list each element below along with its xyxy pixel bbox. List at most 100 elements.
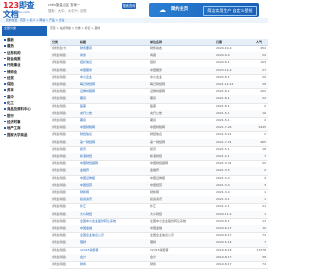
row-title-link[interactable]: 中国财经报网 [80,160,146,167]
row-date: 2020-11-4 [216,211,232,216]
row-title-link[interactable]: 会计 [80,254,146,261]
row-title-link[interactable]: 央行公告 [80,110,146,117]
row-company: 财商 [150,262,157,266]
row-title-link[interactable]: 外汇 [80,203,146,210]
row-hits: 17278 [256,247,266,252]
sidebar-item[interactable]: 最新 [2,37,47,43]
row-hits: 10 [262,226,266,230]
row-category: [财务会计] [52,46,67,50]
row-hits: 25 [262,161,266,166]
row-title-link[interactable]: 期货 [80,95,146,102]
sidebar-item[interactable]: 化工 [2,100,47,106]
row-category: [财会商报] [52,118,67,122]
row-company: 12315消费者 [150,247,169,252]
row-title-link[interactable]: 证券时报网 [80,88,146,95]
row-hits: 202 [260,89,266,94]
row-date: 2021-5-1 [216,118,230,122]
row-title-link[interactable]: 股票 [80,103,146,110]
sidebar-item[interactable]: 财会商报 [2,56,47,62]
row-title-link[interactable]: 12315消费者 [80,247,146,254]
row-title-link[interactable]: 大众财经 [80,211,146,218]
row-title-link[interactable]: 理财 [80,239,146,246]
row-date: 2020-6-17 [216,233,232,238]
breadcrumb[interactable]: 您的位置：首页 > 名义 > 网站 > 产品 > 企业 [6,18,64,23]
sidebar-item[interactable]: 保险 [2,81,47,87]
sidebar-item[interactable]: 行政事业 [2,62,47,68]
row-company: 中国财税网 [150,125,166,130]
sidebar-item[interactable]: 资本 [2,87,47,93]
row-title-link[interactable]: 金融界 [80,167,146,174]
row-company: 中国经营 [150,182,163,187]
row-title-link[interactable]: 投资资讯 [80,196,146,203]
row-date: 2021-8-1 [216,103,230,108]
row-title-link[interactable]: 商务 [80,52,146,59]
row-hits: 4 [264,175,266,180]
row-date: 2021-7-24 [216,125,232,130]
row-hits: 2 [264,118,266,122]
sidebar-item[interactable]: 商品及原料中心 [2,106,47,112]
row-company: 金融界 [150,168,160,173]
row-company: 大众财经 [150,211,163,216]
row-category: [财会商报] [52,154,67,158]
row-category: [财会商报] [52,60,67,65]
row-title-link[interactable]: 和讯 [80,146,146,153]
row-title-link[interactable]: 全国中小企业股份转让系统 [80,218,146,225]
row-company: 中国财经报网 [150,161,169,166]
row-company: 期货 [150,96,157,101]
sidebar: 全部分类 最新 最热 证券机构 财会商报 行政事业 律师业 经贸 保险 资本 高中 化工 商品及原料中… [0,26,47,264]
row-company: 财务动态 [150,46,163,50]
sidebar-item[interactable]: 银行 [2,113,47,119]
row-title-link[interactable]: 财务要闻 [80,45,146,52]
row-company: 中小企业 [150,74,163,79]
site-logo[interactable]: 123即查文档 www.123doc.com [3,1,40,19]
row-hits: 18 [262,146,266,151]
row-hits: 2 [264,132,266,137]
sidebar-item[interactable]: 经贸 [2,75,47,81]
search-button[interactable]: 搜索查询 [122,3,136,9]
ad-banner[interactable]: ☁ 简约主页 简洁实用生产 自定义壁纸 [149,3,259,17]
sidebar-item[interactable]: 经济时事 [2,119,47,125]
sidebar-item[interactable]: 地产工商 [2,125,47,131]
row-title-link[interactable]: 期货 [80,117,146,124]
page-path[interactable]: 首页 > 站点导航 > 分类 > 标记 > 其他 [50,26,268,30]
row-company: 股票 [150,103,157,108]
row-hits: 3445 [258,125,266,130]
row-title-link[interactable]: 财商 [80,261,146,268]
sidebar-item[interactable]: 证券机构 [2,50,47,56]
sidebar-item[interactable]: 最热 [2,43,47,49]
row-title-link[interactable]: 中小企业 [80,74,146,81]
row-company: 全国企业信息公示 [150,233,175,238]
row-title-link[interactable]: 新浪财经 [80,153,146,160]
row-title-link[interactable]: 中国财税网 [80,124,146,131]
row-title-link[interactable]: 财新网 [80,189,146,196]
row-category: [财会商报] [52,125,67,130]
sidebar-item[interactable]: 高中 [2,94,47,100]
row-hits: 7 [264,240,266,245]
row-category: [财会商报] [52,218,67,223]
row-hits: 452 [260,46,266,50]
row-title-link[interactable]: 全国企业信息公示 [80,232,146,239]
sidebar-item[interactable]: 律师业 [2,69,47,75]
row-hits: 28 [262,82,266,86]
sidebar-item[interactable]: 国家大学商品 [2,132,47,138]
row-category: [财会商报] [52,103,67,108]
row-title-link[interactable]: 中国金融 [80,225,146,232]
row-date: 2021-12-23 [216,82,234,86]
row-company: 招标 [150,60,157,65]
row-date: 2021-5-1 [216,146,230,151]
row-title-link[interactable]: 中国证券报 [80,175,146,182]
row-date: 2021-3-1 [216,197,230,202]
row-title-link[interactable]: 中国服务 [80,67,146,74]
row-title-link[interactable]: 财经信息 [80,131,146,138]
row-title-link[interactable]: 中国经营 [80,182,146,189]
row-title-link[interactable]: 每日财经网 [80,81,146,88]
row-hits: 1 [264,190,266,194]
row-title-link[interactable]: 招标信息 [80,59,146,66]
row-hits: 465 [260,139,266,144]
search-query-text[interactable]: chén旗金山区 查询一 [48,3,120,7]
row-date: 2021-3-5 [216,168,230,173]
row-company: 财新网 [150,190,160,194]
row-hits: 74 [262,262,266,266]
row-category: [财会商报] [52,175,67,180]
row-title-link[interactable]: 第一财经网 [80,139,146,146]
